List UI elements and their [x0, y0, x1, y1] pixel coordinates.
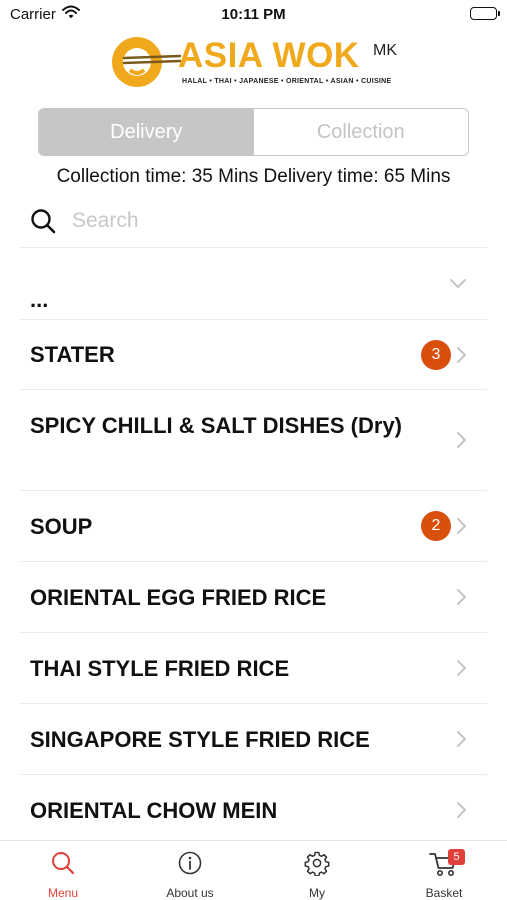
list-item[interactable]: ORIENTAL CHOW MEIN [20, 775, 487, 839]
tab-label: My [309, 886, 325, 900]
tab-menu[interactable]: Menu [0, 841, 126, 900]
list-item[interactable]: ... [20, 249, 487, 320]
tab-about-us[interactable]: About us [127, 841, 253, 900]
chevron-right-icon [456, 588, 467, 611]
item-count-badge: 3 [421, 340, 451, 370]
chevron-down-icon [449, 277, 467, 295]
category-label: THAI STYLE FRIED RICE [30, 656, 290, 681]
basket-count-badge: 5 [448, 849, 465, 865]
brand-title: ASIA WOK [178, 36, 360, 75]
chevron-right-icon [456, 431, 467, 454]
gear-icon [304, 850, 330, 881]
category-label: SPICY CHILLI & SALT DISHES (Dry) [30, 413, 403, 438]
category-label: SINGAPORE STYLE FRIED RICE [30, 727, 370, 752]
battery-icon [470, 7, 500, 20]
list-item[interactable]: SOUP 2 [20, 491, 487, 562]
menu-category-list: ... STATER 3 SPICY CHILLI & SALT DISHES … [20, 249, 487, 839]
category-label: STATER [30, 342, 115, 367]
wok-bowl-icon [110, 34, 182, 95]
category-label: SOUP [30, 514, 93, 539]
list-item[interactable]: STATER 3 [20, 320, 487, 390]
segment-delivery[interactable]: Delivery [39, 109, 254, 155]
brand-superscript: MK [373, 42, 397, 59]
info-icon [177, 850, 203, 881]
brand-logo: ASIA WOK MK HALAL • THAI • JAPANESE • OR… [108, 32, 403, 90]
search-icon [50, 850, 76, 881]
chevron-right-icon [456, 346, 467, 369]
category-label: ORIENTAL EGG FRIED RICE [30, 585, 327, 610]
estimated-times: Collection time: 35 Mins Delivery time: … [56, 166, 451, 187]
segment-collection[interactable]: Collection [254, 109, 469, 155]
search-bar [20, 198, 487, 248]
bottom-tab-bar: Menu About us My 5 Basket [0, 840, 507, 900]
tab-label: About us [166, 886, 214, 900]
tab-label: Menu [47, 886, 79, 900]
brand-tagline: HALAL • THAI • JAPANESE • ORIENTAL • ASI… [182, 78, 392, 85]
list-item[interactable]: SINGAPORE STYLE FRIED RICE [20, 704, 487, 775]
chevron-right-icon [456, 730, 467, 753]
category-label: ... [30, 287, 49, 312]
tab-label: Basket [425, 886, 463, 900]
search-input[interactable] [72, 206, 472, 236]
item-count-badge: 2 [421, 511, 451, 541]
chevron-right-icon [456, 517, 467, 540]
list-item[interactable]: SPICY CHILLI & SALT DISHES (Dry) [20, 390, 487, 491]
status-time: 10:11 PM [221, 6, 286, 23]
tab-my[interactable]: My [254, 841, 380, 900]
category-label: ORIENTAL CHOW MEIN [30, 798, 278, 823]
list-item[interactable]: THAI STYLE FRIED RICE [20, 633, 487, 704]
order-type-segmented-control: Delivery Collection [38, 108, 469, 156]
chevron-right-icon [456, 801, 467, 824]
list-item[interactable]: ORIENTAL EGG FRIED RICE [20, 562, 487, 633]
chevron-right-icon [456, 659, 467, 682]
status-bar: Carrier 10:11 PM [0, 0, 507, 30]
search-icon [30, 208, 56, 239]
tab-basket[interactable]: 5 Basket [381, 841, 507, 900]
